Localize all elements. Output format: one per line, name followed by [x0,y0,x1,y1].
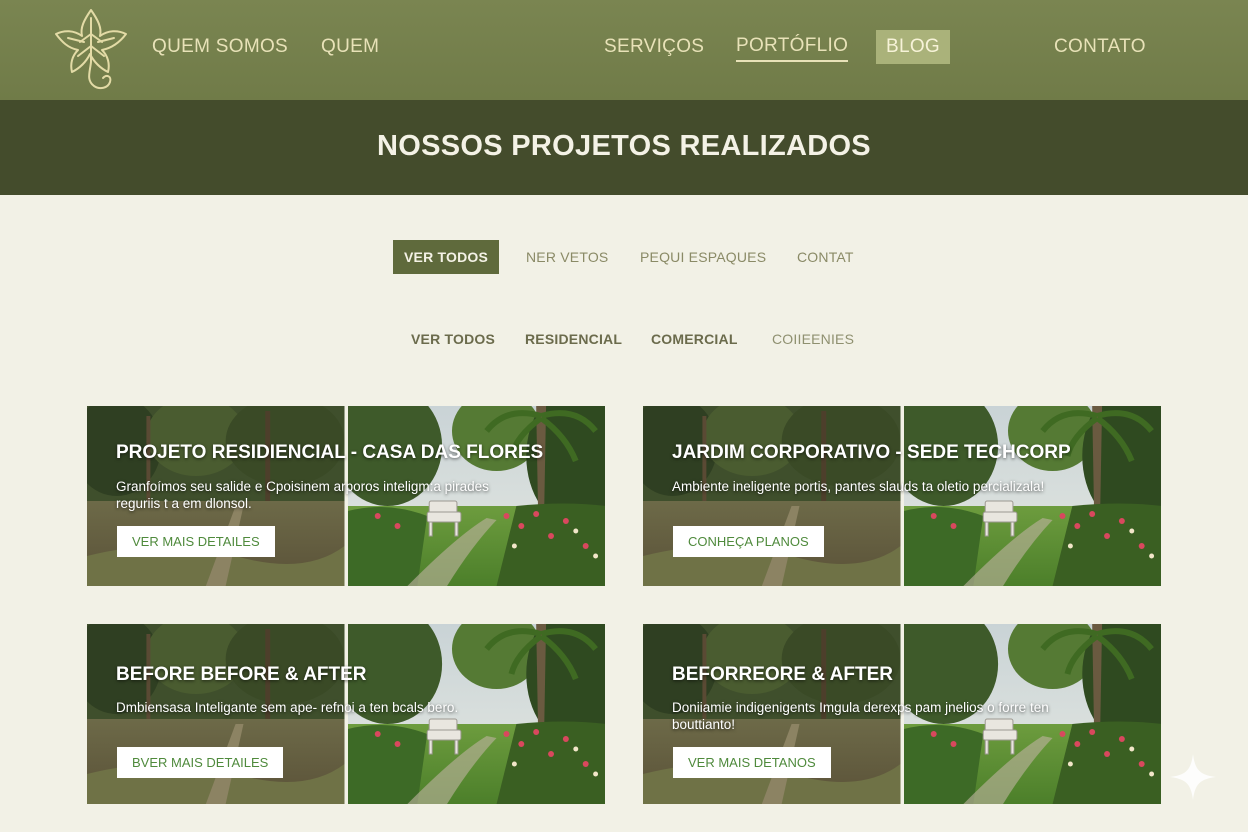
project-description: Dmbiensasa Inteligante sem ape- refnoi a… [116,700,459,715]
project-details-button[interactable]: VER MAIS DETAILES [117,526,275,557]
filter-contat[interactable]: CONTAT [797,240,854,274]
before-image [643,406,901,586]
leaf-logo-icon[interactable] [50,4,132,92]
project-title: BEFORREORE & AFTER [672,664,893,685]
nav-quem[interactable]: QUEM [321,34,379,60]
project-description: Ambiente ineligente portis, pantes slaud… [672,479,1045,494]
project-card[interactable]: PROJETO RESIDIENCIAL - CASA DAS FLORES G… [87,406,605,586]
category-ver-todos[interactable]: VER TODOS [411,322,495,356]
category-residencial[interactable]: RESIDENCIAL [525,322,622,356]
nav-portfolio[interactable]: PORTÓFLIO [736,34,849,62]
page-title: NOSSOS PROJETOS REALIZADOS [377,130,871,162]
project-plans-button[interactable]: CONHEÇA PLANOS [673,526,824,557]
category-comercial[interactable]: COMERCIAL [651,322,738,356]
sparkle-icon [1170,754,1216,800]
garden-after-photo [904,406,1162,586]
filter-ner-vetos[interactable]: NER VETOS [526,240,608,274]
garden-before-photo [643,406,901,586]
project-details-button[interactable]: VER MAIS DETANOS [673,747,831,778]
after-image [904,406,1162,586]
nav-servicos[interactable]: SERVIÇOS [604,34,704,60]
project-card[interactable]: JARDIM CORPORATIVO - SEDE TECHCORP Ambie… [643,406,1161,586]
nav-contato[interactable]: CONTATO [1054,34,1146,60]
project-description: Granfoímos seu salide e Cpoisinem arporo… [116,479,489,511]
project-title: JARDIM CORPORATIVO - SEDE TECHCORP [672,442,1071,463]
project-card[interactable]: BEFORE BEFORE & AFTER Dmbiensasa Intelig… [87,624,605,804]
project-details-button[interactable]: BVER MAIS DETAILES [117,747,284,778]
project-title: BEFORE BEFORE & AFTER [116,664,367,685]
project-title: PROJETO RESIDIENCIAL - CASA DAS FLORES [116,442,544,463]
nav-quem-somos[interactable]: QUEM SOMOS [152,34,288,60]
project-card[interactable]: BEFORREORE & AFTER Doniiamie indigenigen… [643,624,1161,804]
nav-blog[interactable]: BLOG [876,30,950,64]
category-coiieenies[interactable]: COIIEENIES [772,322,854,356]
filter-ver-todos[interactable]: VER TODOS [393,240,500,274]
project-description: Doniiamie indigenigents Imgula derexps p… [672,700,1049,732]
top-navigation: QUEM SOMOS QUEM SERVIÇOS PORTÓFLIO BLOG … [0,0,1248,100]
filter-pequi-espaques[interactable]: PEQUI ESPAQUES [640,240,766,274]
